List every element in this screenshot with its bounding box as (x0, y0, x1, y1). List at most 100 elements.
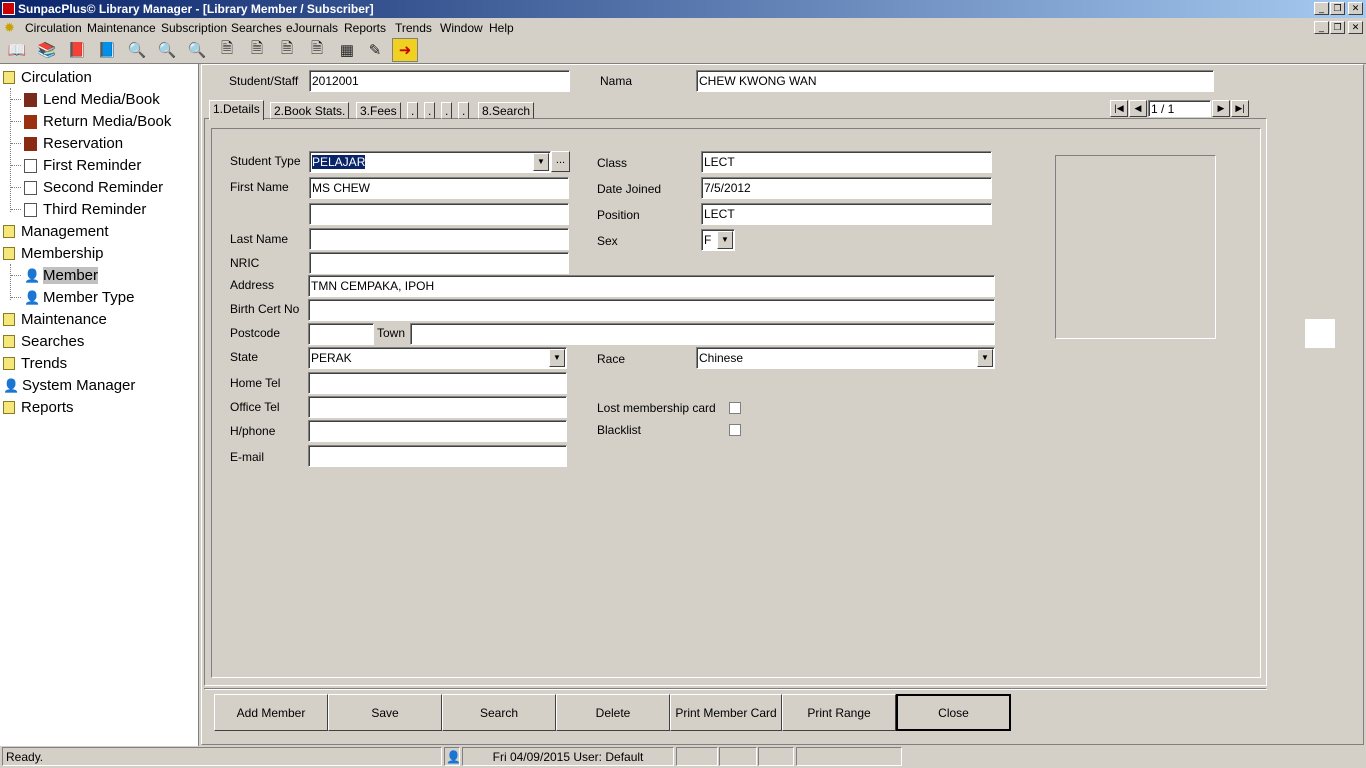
close-button[interactable]: Close (896, 694, 1011, 731)
state-select[interactable]: PERAK (308, 347, 567, 369)
blacklist-checkbox[interactable] (729, 424, 741, 436)
address-field[interactable]: TMN CEMPAKA, IPOH (308, 275, 995, 297)
tab-blank-4[interactable]: . (407, 102, 419, 119)
first-record-icon[interactable]: |◀ (1110, 100, 1128, 117)
chevron-down-icon[interactable]: ▼ (533, 153, 549, 171)
return-book-icon[interactable]: 📚 (34, 38, 60, 62)
catalogue-icon[interactable]: 📕 (64, 38, 90, 62)
minimize-icon[interactable]: _ (1314, 2, 1329, 15)
tree-membership[interactable]: Membership (3, 245, 104, 262)
search-title-icon[interactable]: 🔍 (184, 38, 210, 62)
tree-label: Searches (21, 333, 85, 350)
search-icon[interactable]: 🔍 (124, 38, 150, 62)
class-field[interactable]: LECT (701, 151, 992, 173)
chevron-down-icon[interactable]: ▼ (549, 349, 565, 367)
tree-trends[interactable]: Trends (3, 355, 67, 372)
last-name-field[interactable] (309, 228, 569, 250)
tab-details[interactable]: 1.Details (209, 100, 264, 120)
email-field[interactable] (308, 445, 567, 467)
restore-icon[interactable]: ❐ (1330, 2, 1345, 15)
child-close-icon[interactable]: ✕ (1348, 21, 1363, 34)
tab-blank-7[interactable]: . (458, 102, 470, 119)
menu-reports[interactable]: Reports (344, 21, 386, 35)
search-member-icon[interactable]: 🔍 (154, 38, 180, 62)
print-range-button[interactable]: Print Range (782, 694, 896, 731)
tree-maintenance[interactable]: Maintenance (3, 311, 107, 328)
tree-lend-media-book[interactable]: Lend Media/Book (24, 91, 160, 108)
tree-first-reminder[interactable]: First Reminder (24, 157, 141, 174)
status-panel-2 (719, 747, 757, 766)
tree-searches[interactable]: Searches (3, 333, 84, 350)
calculator-icon[interactable]: ▦ (334, 38, 360, 62)
postcode-field[interactable] (308, 323, 374, 345)
next-record-icon[interactable]: ▶ (1212, 100, 1230, 117)
student-type-select[interactable]: PELAJAR (309, 151, 551, 173)
home-tel-field[interactable] (308, 372, 567, 394)
tree-label: Lend Media/Book (43, 91, 160, 108)
child-minimize-icon[interactable]: _ (1314, 21, 1329, 34)
books-icon[interactable]: 📘 (94, 38, 120, 62)
student-staff-field[interactable]: 2012001 (309, 70, 570, 92)
tools-icon[interactable]: ✎ (362, 38, 388, 62)
office-tel-field[interactable] (308, 396, 567, 418)
lost-card-checkbox[interactable] (729, 402, 741, 414)
first-name-2-field[interactable] (309, 203, 569, 225)
nama-field[interactable]: CHEW KWONG WAN (696, 70, 1214, 92)
chevron-down-icon[interactable]: ▼ (977, 349, 993, 367)
chevron-down-icon[interactable]: ▼ (717, 231, 733, 249)
date-joined-label: Date Joined (597, 182, 662, 196)
first-name-field[interactable]: MS CHEW (309, 177, 569, 199)
print-member-card-button[interactable]: Print Member Card (670, 694, 782, 731)
menu-circulation[interactable]: Circulation (25, 21, 82, 35)
nric-field[interactable] (309, 252, 569, 274)
mdi-child-icon[interactable]: ✹ (4, 21, 17, 34)
student-type-ellipsis-button[interactable]: ... (551, 151, 570, 172)
tree-management[interactable]: Management (3, 223, 109, 240)
tree-system-manager[interactable]: 👤 System Manager (3, 377, 135, 394)
exit-icon[interactable]: ➜ (392, 38, 418, 62)
birth-cert-field[interactable] (308, 299, 995, 321)
menu-help[interactable]: Help (489, 21, 514, 35)
close-icon[interactable]: ✕ (1348, 2, 1363, 15)
position-field[interactable]: LECT (701, 203, 992, 225)
menu-searches[interactable]: Searches (231, 21, 282, 35)
tab-search[interactable]: 8.Search (478, 102, 535, 119)
date-joined-field[interactable]: 7/5/2012 (701, 177, 992, 199)
tree-return-media-book[interactable]: Return Media/Book (24, 113, 171, 130)
last-record-icon[interactable]: ▶| (1231, 100, 1249, 117)
menu-window[interactable]: Window (440, 21, 483, 35)
lend-book-icon[interactable]: 📖 (4, 38, 30, 62)
prev-record-icon[interactable]: ◀ (1129, 100, 1147, 117)
race-select[interactable]: Chinese (696, 347, 995, 369)
menu-maintenance[interactable]: Maintenance (87, 21, 156, 35)
hphone-field[interactable] (308, 420, 567, 442)
tree-third-reminder[interactable]: Third Reminder (24, 201, 146, 218)
tab-book-stats[interactable]: 2.Book Stats. (270, 102, 350, 119)
tab-blank-5[interactable]: . (424, 102, 436, 119)
menu-trends[interactable]: Trends (395, 21, 432, 35)
tree-reports[interactable]: Reports (3, 399, 74, 416)
report-2-icon[interactable]: 🗎 (244, 38, 270, 62)
menu-subscription[interactable]: Subscription (161, 21, 227, 35)
search-button[interactable]: Search (442, 694, 556, 731)
report-4-icon[interactable]: 🗎 (304, 38, 330, 62)
save-button[interactable]: Save (328, 694, 442, 731)
town-field[interactable] (410, 323, 995, 345)
child-restore-icon[interactable]: ❐ (1330, 21, 1345, 34)
tab-fees[interactable]: 3.Fees (356, 102, 401, 119)
add-member-button[interactable]: Add Member (214, 694, 328, 731)
folder-icon (3, 313, 15, 326)
delete-button[interactable]: Delete (556, 694, 670, 731)
status-panel-1 (676, 747, 718, 766)
tree-circulation[interactable]: Circulation (3, 69, 92, 86)
reminder-icon (24, 158, 37, 173)
tree-second-reminder[interactable]: Second Reminder (24, 179, 163, 196)
tree-member[interactable]: 👤 Member (24, 267, 99, 284)
report-1-icon[interactable]: 🗎 (214, 38, 240, 62)
tab-blank-6[interactable]: . (441, 102, 453, 119)
menu-ejournals[interactable]: eJournals (286, 21, 338, 35)
tree-reservation[interactable]: Reservation (24, 135, 123, 152)
report-3-icon[interactable]: 🗎 (274, 38, 300, 62)
tree-member-type[interactable]: 👤 Member Type (24, 289, 134, 306)
tree-label: Trends (21, 355, 68, 372)
